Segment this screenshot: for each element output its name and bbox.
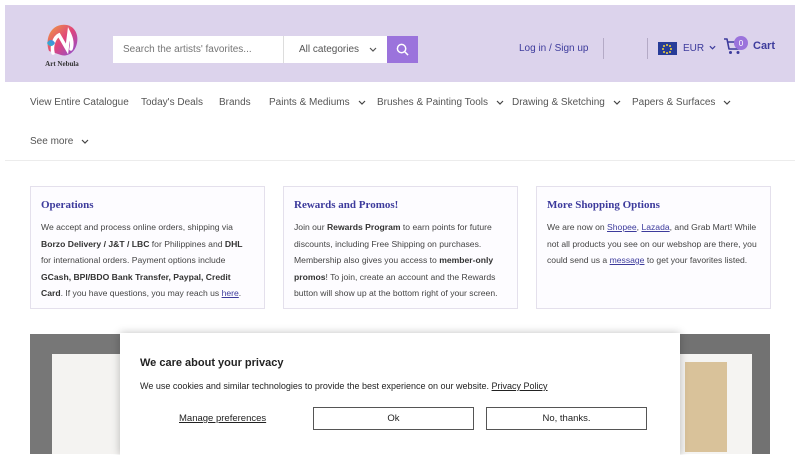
nav-item-label: View Entire Catalogue bbox=[30, 97, 129, 108]
nav-item-see-more[interactable]: See more bbox=[30, 136, 89, 147]
cart-count-badge: 0 bbox=[734, 36, 748, 50]
card-title: Rewards and Promos! bbox=[294, 199, 399, 211]
category-select[interactable]: All categories bbox=[283, 36, 387, 63]
privacy-policy-link[interactable]: Privacy Policy bbox=[492, 381, 548, 391]
banner-paper-image bbox=[52, 354, 120, 454]
text-bold: Borzo Delivery / J&T / LBC bbox=[41, 238, 150, 249]
chevron-down-icon bbox=[496, 98, 504, 107]
card-text: Join our Rewards Program to earn points … bbox=[294, 219, 507, 302]
nav-item-label: Brands bbox=[219, 97, 251, 108]
text-span: We are now on bbox=[547, 222, 608, 232]
card-title: Operations bbox=[41, 199, 94, 211]
currency-selector[interactable]: EUR bbox=[658, 42, 716, 55]
nav-item-deals[interactable]: Today's Deals bbox=[141, 97, 203, 108]
cookie-text: We use cookies and similar technologies … bbox=[140, 381, 660, 391]
search-input[interactable] bbox=[113, 36, 283, 63]
text-span: We accept and process online orders, shi… bbox=[41, 222, 233, 232]
search-bar: All categories bbox=[113, 36, 418, 63]
chevron-down-icon bbox=[369, 45, 377, 54]
lazada-link[interactable]: Lazada bbox=[641, 222, 669, 232]
shopee-link[interactable]: Shopee bbox=[607, 222, 637, 232]
text-span: for Philippines and bbox=[149, 238, 225, 249]
cookie-consent-dialog: We care about your privacy We use cookie… bbox=[120, 333, 680, 455]
text-bold: DHL bbox=[224, 238, 243, 249]
text-span: . If you have questions, you may reach u… bbox=[60, 288, 222, 298]
nav-item-label: Drawing & Sketching bbox=[512, 97, 605, 108]
chevron-down-icon bbox=[709, 45, 716, 52]
banner-product-image bbox=[685, 362, 727, 452]
chevron-down-icon bbox=[613, 98, 621, 107]
brand-name: Art Nebula bbox=[45, 60, 79, 68]
nav-item-label: Paints & Mediums bbox=[269, 97, 350, 108]
category-select-label: All categories bbox=[299, 44, 360, 55]
nav-item-label: See more bbox=[30, 136, 74, 147]
nav-item-label: Brushes & Painting Tools bbox=[377, 97, 488, 108]
info-card-shopping-options: More Shopping Options We are now on Shop… bbox=[536, 186, 771, 309]
chevron-down-icon bbox=[723, 98, 731, 107]
chevron-down-icon bbox=[358, 98, 366, 107]
text-span: We use cookies and similar technologies … bbox=[140, 381, 492, 391]
card-title: More Shopping Options bbox=[547, 199, 660, 211]
nav-item-paints[interactable]: Paints & Mediums bbox=[269, 97, 366, 108]
nav-item-brands[interactable]: Brands bbox=[219, 97, 251, 108]
ok-button[interactable]: Ok bbox=[313, 407, 474, 430]
eu-flag-icon bbox=[658, 42, 677, 55]
text-bold: Rewards Program bbox=[326, 222, 401, 232]
contact-link[interactable]: here bbox=[222, 288, 239, 298]
main-navigation: View Entire Catalogue Today's Deals Bran… bbox=[5, 82, 795, 161]
text-span: to get your favorites listed. bbox=[644, 255, 748, 265]
nav-item-brushes[interactable]: Brushes & Painting Tools bbox=[377, 97, 504, 108]
nav-item-drawing[interactable]: Drawing & Sketching bbox=[512, 97, 621, 108]
cookie-title: We care about your privacy bbox=[140, 357, 284, 369]
header-divider bbox=[647, 38, 648, 59]
cart-label: Cart bbox=[753, 40, 776, 52]
message-link[interactable]: message bbox=[610, 255, 645, 265]
text-span: Join our bbox=[294, 222, 327, 232]
card-text: We accept and process online orders, shi… bbox=[41, 219, 254, 302]
cart-button[interactable]: 0 Cart bbox=[723, 36, 776, 55]
search-icon bbox=[396, 43, 409, 56]
text-span: for international orders. Payment option… bbox=[41, 255, 226, 265]
nav-item-label: Papers & Surfaces bbox=[632, 97, 716, 108]
card-text: We are now on Shopee, Lazada, and Grab M… bbox=[547, 219, 760, 269]
currency-code: EUR bbox=[683, 43, 705, 54]
info-card-rewards: Rewards and Promos! Join our Rewards Pro… bbox=[283, 186, 518, 309]
nav-item-papers[interactable]: Papers & Surfaces bbox=[632, 97, 731, 108]
header-divider bbox=[603, 38, 604, 59]
chevron-down-icon bbox=[81, 137, 89, 146]
decline-button[interactable]: No, thanks. bbox=[486, 407, 647, 430]
brand-logo-icon bbox=[47, 24, 78, 56]
login-signup-link[interactable]: Log in / Sign up bbox=[519, 43, 589, 54]
nav-item-catalogue[interactable]: View Entire Catalogue bbox=[30, 97, 129, 108]
manage-preferences-link[interactable]: Manage preferences bbox=[179, 413, 266, 424]
nav-item-label: Today's Deals bbox=[141, 97, 203, 108]
logo[interactable]: Art Nebula bbox=[39, 21, 85, 77]
site-header: Art Nebula All categories Log in / Sign … bbox=[5, 5, 795, 82]
search-button[interactable] bbox=[387, 36, 418, 63]
info-card-operations: Operations We accept and process online … bbox=[30, 186, 265, 309]
text-span: . bbox=[238, 288, 242, 298]
